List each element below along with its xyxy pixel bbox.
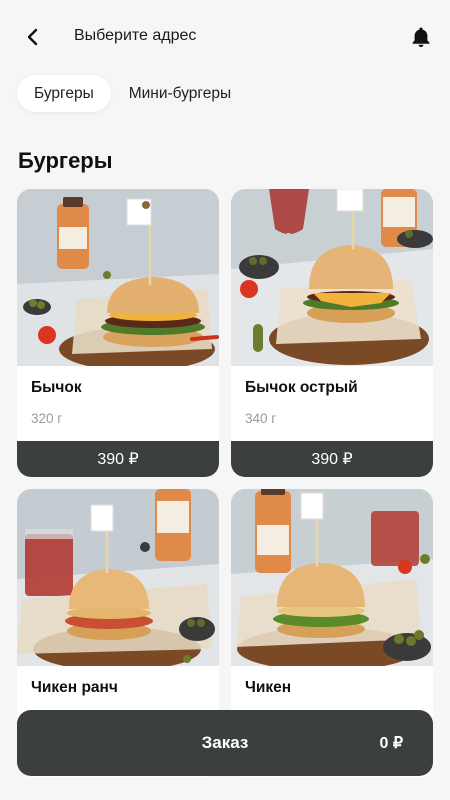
section-title: Бургеры bbox=[18, 148, 113, 173]
product-image bbox=[231, 189, 433, 366]
tab-burgers[interactable]: Бургеры bbox=[17, 75, 111, 112]
product-name: Чикен bbox=[245, 679, 292, 696]
category-tabs: Бургеры Мини-бургеры bbox=[17, 75, 248, 112]
product-image bbox=[17, 489, 219, 666]
order-total: 0 ₽ bbox=[379, 735, 403, 752]
address-selector[interactable]: Выберите адрес bbox=[74, 27, 196, 45]
product-name: Чикен ранч bbox=[31, 679, 118, 696]
order-label: Заказ bbox=[201, 733, 249, 752]
product-weight: 340 г bbox=[245, 411, 277, 426]
tab-mini-burgers[interactable]: Мини-бургеры bbox=[112, 75, 248, 112]
chevron-left-icon bbox=[27, 28, 38, 46]
bell-icon bbox=[412, 27, 430, 48]
back-button[interactable] bbox=[18, 22, 48, 52]
price-button[interactable]: 390 ₽ bbox=[17, 441, 219, 477]
product-card[interactable]: Бычок 320 г 390 ₽ bbox=[17, 189, 219, 477]
order-button[interactable]: Заказ 0 ₽ bbox=[17, 710, 433, 776]
notifications-button[interactable] bbox=[406, 22, 436, 52]
price-button[interactable]: 390 ₽ bbox=[231, 441, 433, 477]
product-image bbox=[231, 489, 433, 666]
product-image bbox=[17, 189, 219, 366]
product-name: Бычок bbox=[31, 379, 82, 396]
top-bar: Выберите адрес bbox=[0, 0, 450, 74]
product-name: Бычок острый bbox=[245, 379, 358, 396]
product-weight: 320 г bbox=[31, 411, 63, 426]
product-card[interactable]: Бычок острый 340 г 390 ₽ bbox=[231, 189, 433, 477]
